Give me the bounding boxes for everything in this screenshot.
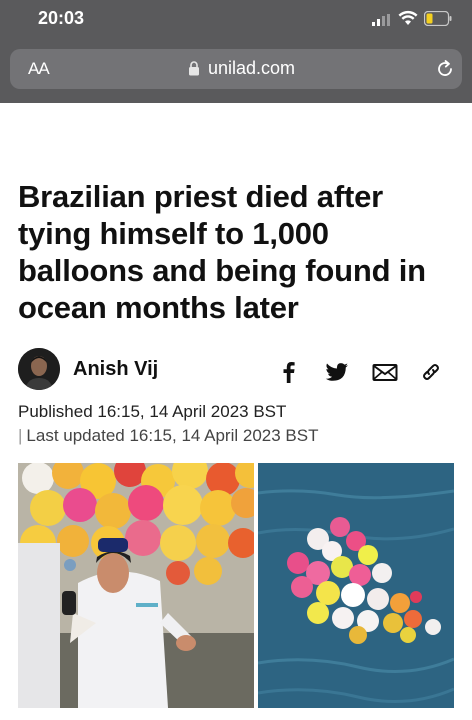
priest-with-balloons-photo	[18, 463, 254, 708]
status-bar: 20:03	[0, 0, 472, 40]
facebook-icon[interactable]	[276, 360, 302, 384]
updated-date: | Last updated 16:15, 14 April 2023 BST	[18, 426, 319, 445]
lock-icon	[189, 61, 199, 76]
status-time: 20:03	[38, 8, 85, 28]
article-headline: Brazilian priest died after tying himsel…	[18, 179, 426, 325]
author-avatar[interactable]	[18, 348, 60, 390]
cellular-signal-icon	[372, 14, 390, 26]
article-image[interactable]	[18, 463, 454, 708]
browser-toolbar: AA unilad.com	[0, 40, 472, 103]
email-icon[interactable]	[372, 360, 398, 384]
wifi-icon	[398, 10, 418, 25]
updated-date-text: Last updated 16:15, 14 April 2023 BST	[26, 426, 319, 445]
link-icon[interactable]	[418, 360, 444, 384]
url-text[interactable]: unilad.com	[208, 58, 295, 79]
text-size-button[interactable]: AA	[28, 59, 50, 79]
balloons-in-ocean-photo	[258, 463, 454, 708]
twitter-icon[interactable]	[324, 360, 350, 384]
reload-icon[interactable]	[435, 59, 455, 79]
published-date: Published 16:15, 14 April 2023 BST	[18, 402, 287, 421]
author-name[interactable]: Anish Vij	[73, 358, 158, 381]
battery-icon	[424, 11, 452, 26]
address-bar[interactable]: AA unilad.com	[10, 49, 462, 89]
